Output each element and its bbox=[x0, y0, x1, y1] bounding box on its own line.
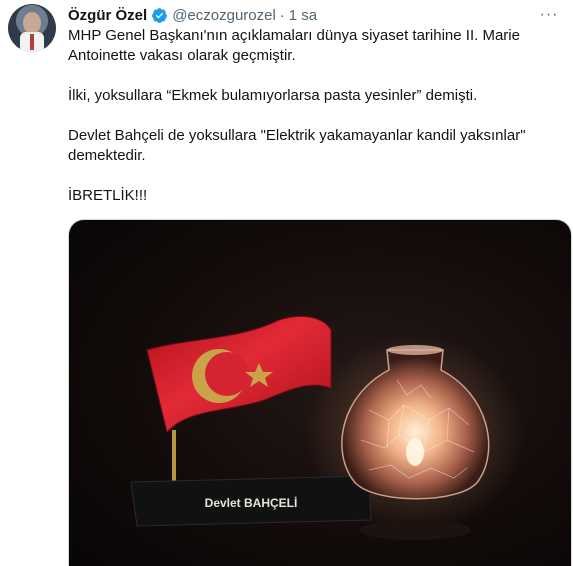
tweet-paragraph: Devlet Bahçeli de yoksullara "Elektrik y… bbox=[68, 127, 526, 164]
separator-dot: · bbox=[279, 6, 285, 24]
avatar[interactable] bbox=[8, 4, 56, 52]
tweet-media-photo[interactable]: Devlet BAHÇELİ bbox=[68, 219, 572, 566]
more-options-icon[interactable]: ··· bbox=[539, 6, 559, 24]
tweet-paragraph: İlki, yoksullara “Ekmek bulamıyorlarsa p… bbox=[68, 87, 478, 104]
avatar-head bbox=[23, 12, 41, 34]
verified-badge-icon bbox=[152, 7, 168, 23]
tweet-header: Özgür Özel @eczozgurozel · 1 sa bbox=[68, 6, 317, 24]
tweet-text: MHP Genel Başkanı'nın açıklamaları dünya… bbox=[68, 26, 548, 226]
author-name[interactable]: Özgür Özel bbox=[68, 7, 147, 24]
author-handle[interactable]: @eczozgurozel bbox=[172, 7, 276, 24]
tweet-timestamp[interactable]: 1 sa bbox=[289, 7, 317, 24]
lamp-rim bbox=[387, 345, 443, 355]
tweet[interactable]: Özgür Özel @eczozgurozel · 1 sa ··· MHP … bbox=[0, 0, 573, 566]
nameplate-text: Devlet BAHÇELİ bbox=[205, 495, 298, 510]
photo-scene: Devlet BAHÇELİ bbox=[130, 315, 525, 540]
tweet-paragraph: MHP Genel Başkanı'nın açıklamaları dünya… bbox=[68, 27, 520, 64]
lamp-base bbox=[359, 520, 471, 540]
lamp-flame bbox=[406, 438, 424, 466]
tweet-paragraph: İBRETLİK!!! bbox=[68, 187, 148, 204]
crescent-inner bbox=[205, 352, 249, 396]
avatar-tie bbox=[30, 34, 34, 50]
